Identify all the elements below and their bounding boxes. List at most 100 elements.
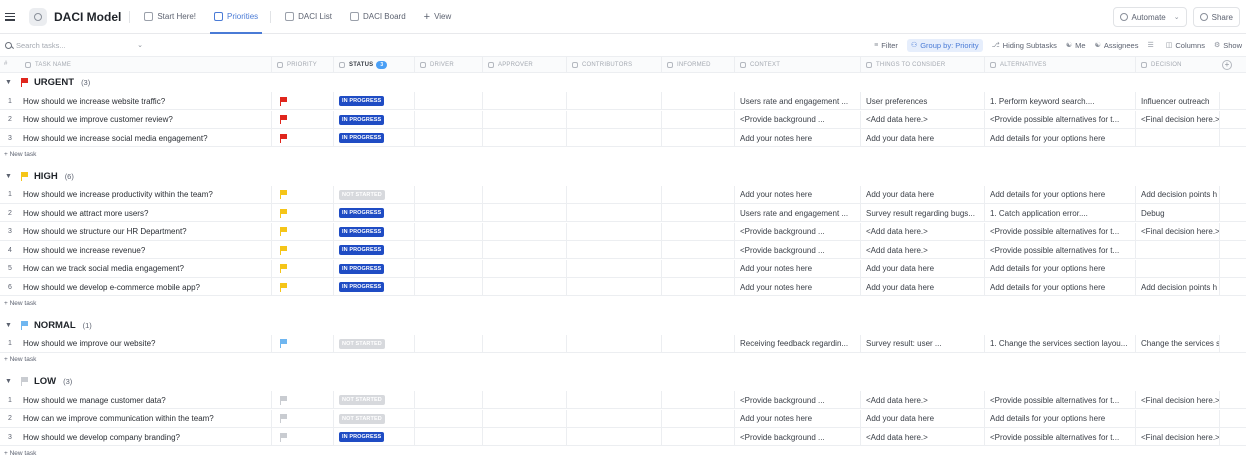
status-cell[interactable]: NOT STARTED	[333, 185, 414, 204]
context-cell[interactable]: <Provide background ...	[734, 110, 860, 129]
things-to-consider-cell[interactable]: <Add data here.>	[860, 428, 984, 446]
table-row[interactable]: 3 How should we structure our HR Departme…	[0, 222, 1246, 241]
approver-cell[interactable]	[482, 222, 566, 241]
driver-cell[interactable]	[414, 278, 482, 296]
informed-cell[interactable]	[661, 222, 734, 241]
status-badge[interactable]: NOT STARTED	[339, 338, 385, 349]
table-row[interactable]: 5 How can we track social media engagemen…	[0, 259, 1246, 278]
informed-cell[interactable]	[661, 259, 734, 278]
context-cell[interactable]: Add your notes here	[734, 409, 860, 428]
column-header-driver[interactable]: DRIVER	[414, 57, 482, 73]
context-cell[interactable]: Receiving feedback regardin...	[734, 334, 860, 353]
column-header-decision[interactable]: DECISION	[1135, 57, 1219, 73]
context-cell[interactable]: <Provide background ...	[734, 391, 860, 409]
decision-cell[interactable]	[1135, 409, 1219, 428]
contributors-cell[interactable]	[566, 409, 661, 428]
driver-cell[interactable]	[414, 129, 482, 147]
alternatives-cell[interactable]: 1. Change the services section layou...	[984, 334, 1135, 353]
priority-cell[interactable]	[271, 334, 333, 353]
status-cell[interactable]: IN PROGRESS	[333, 204, 414, 222]
things-to-consider-cell[interactable]: Add your data here	[860, 185, 984, 204]
alternatives-cell[interactable]: <Provide possible alternatives for t...	[984, 428, 1135, 446]
decision-cell[interactable]: Change the services s	[1135, 334, 1219, 353]
driver-cell[interactable]	[414, 204, 482, 222]
status-badge[interactable]: NOT STARTED	[339, 189, 385, 200]
table-row[interactable]: 6 How should we develop e-commerce mobile…	[0, 278, 1246, 296]
status-badge[interactable]: IN PROGRESS	[339, 208, 385, 218]
status-badge[interactable]: NOT STARTED	[339, 395, 385, 405]
alternatives-cell[interactable]: Add details for your options here	[984, 278, 1135, 296]
priority-cell[interactable]	[271, 185, 333, 204]
task-name[interactable]: How should we structure our HR Departmen…	[20, 223, 271, 241]
context-cell[interactable]: <Provide background ...	[734, 222, 860, 241]
decision-cell[interactable]: <Final decision here.>	[1135, 391, 1219, 409]
informed-cell[interactable]	[661, 110, 734, 129]
column-header-status[interactable]: STATUS 3	[333, 57, 414, 73]
status-cell[interactable]: IN PROGRESS	[333, 259, 414, 278]
status-cell[interactable]: IN PROGRESS	[333, 92, 414, 110]
driver-cell[interactable]	[414, 409, 482, 428]
task-name[interactable]: How should we attract more users?	[20, 204, 271, 222]
table-row[interactable]: 3 How should we increase social media eng…	[0, 129, 1246, 147]
status-badge[interactable]: IN PROGRESS	[339, 282, 385, 292]
new-task-button[interactable]: + New task	[4, 450, 36, 457]
add-view-button[interactable]: + View	[424, 11, 452, 23]
informed-cell[interactable]	[661, 334, 734, 353]
approver-cell[interactable]	[482, 409, 566, 428]
priority-cell[interactable]	[271, 222, 333, 241]
alternatives-cell[interactable]: <Provide possible alternatives for t...	[984, 241, 1135, 259]
task-name[interactable]: How should we develop company branding?	[20, 428, 271, 446]
informed-cell[interactable]	[661, 241, 734, 259]
context-cell[interactable]: Add your notes here	[734, 129, 860, 147]
decision-cell[interactable]: <Final decision here.>	[1135, 110, 1219, 129]
driver-cell[interactable]	[414, 241, 482, 259]
contributors-cell[interactable]	[566, 259, 661, 278]
priority-cell[interactable]	[271, 391, 333, 409]
approver-cell[interactable]	[482, 391, 566, 409]
task-name[interactable]: How should we increase revenue?	[20, 241, 271, 259]
show-button[interactable]: ⚙ Show	[1214, 41, 1242, 50]
tab-daci-board[interactable]: DACI Board	[346, 0, 410, 34]
approver-cell[interactable]	[482, 241, 566, 259]
things-to-consider-cell[interactable]: Add your data here	[860, 129, 984, 147]
status-badge[interactable]: IN PROGRESS	[339, 245, 385, 255]
status-cell[interactable]: IN PROGRESS	[333, 241, 414, 259]
things-to-consider-cell[interactable]: Survey result regarding bugs...	[860, 204, 984, 222]
status-cell[interactable]: IN PROGRESS	[333, 428, 414, 446]
decision-cell[interactable]	[1135, 241, 1219, 259]
table-row[interactable]: 2 How should we attract more users? IN PRO…	[0, 204, 1246, 222]
decision-cell[interactable]	[1135, 259, 1219, 278]
group-header-low[interactable]: ▼ LOW (3)	[0, 373, 1246, 390]
priority-cell[interactable]	[271, 92, 333, 110]
contributors-cell[interactable]	[566, 391, 661, 409]
contributors-cell[interactable]	[566, 204, 661, 222]
chevron-down-icon[interactable]: ⌄	[137, 41, 143, 49]
approver-cell[interactable]	[482, 92, 566, 110]
approver-cell[interactable]	[482, 129, 566, 147]
menu-icon[interactable]	[5, 12, 15, 21]
column-header-approver[interactable]: APPROVER	[482, 57, 566, 73]
task-name[interactable]: How should we increase social media enga…	[20, 129, 271, 147]
driver-cell[interactable]	[414, 259, 482, 278]
driver-cell[interactable]	[414, 92, 482, 110]
status-badge[interactable]: NOT STARTED	[339, 413, 385, 424]
task-name[interactable]: How should we improve customer review?	[20, 111, 271, 129]
status-cell[interactable]: IN PROGRESS	[333, 222, 414, 241]
things-to-consider-cell[interactable]: Add your data here	[860, 409, 984, 428]
tab-priorities[interactable]: Priorities	[210, 0, 263, 34]
alternatives-cell[interactable]: Add details for your options here	[984, 185, 1135, 204]
table-row[interactable]: 1 How should we manage customer data? NOT …	[0, 391, 1246, 409]
alternatives-cell[interactable]: Add details for your options here	[984, 259, 1135, 278]
group-header-urgent[interactable]: ▼ URGENT (3)	[0, 74, 1246, 91]
approver-cell[interactable]	[482, 110, 566, 129]
things-to-consider-cell[interactable]: <Add data here.>	[860, 222, 984, 241]
informed-cell[interactable]	[661, 185, 734, 204]
alternatives-cell[interactable]: 1. Perform keyword search....	[984, 92, 1135, 110]
contributors-cell[interactable]	[566, 222, 661, 241]
table-row[interactable]: 2 How should we improve customer review? I…	[0, 110, 1246, 129]
tab-start-here[interactable]: Start Here!	[140, 0, 200, 34]
context-cell[interactable]: <Provide background ...	[734, 428, 860, 446]
context-cell[interactable]: Add your notes here	[734, 185, 860, 204]
things-to-consider-cell[interactable]: User preferences	[860, 92, 984, 110]
automate-button[interactable]: Automate ⌄	[1112, 7, 1187, 27]
